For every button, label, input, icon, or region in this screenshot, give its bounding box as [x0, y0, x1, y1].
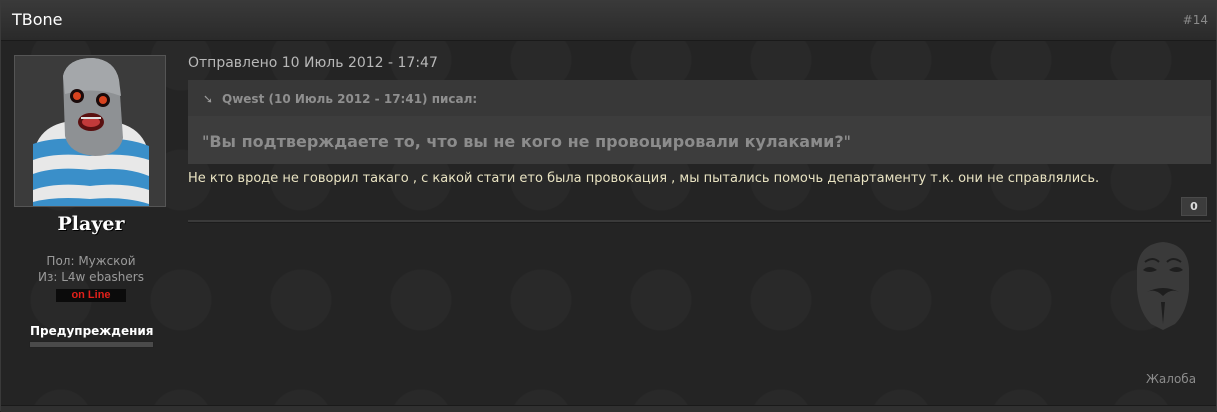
warnings-link[interactable]: Предупреждения [30, 324, 153, 338]
post-header: TBone #14 [1, 0, 1216, 41]
posted-date: Отправлено 10 Июль 2012 - 17:47 [188, 55, 438, 71]
avatar[interactable] [14, 55, 166, 207]
online-status-badge: on Line [56, 289, 126, 302]
quote-block: ➘ Qwest (10 Июль 2012 - 17:41) писал: "В… [188, 80, 1211, 164]
quote-close-mark: " [843, 132, 852, 151]
author-name-link[interactable]: TBone [12, 10, 63, 29]
signature-mask-image [1137, 242, 1189, 330]
quote-text: "Вы подтверждаете то, что вы не кого не … [202, 132, 851, 151]
quote-citation-link[interactable]: Qwest (10 Июль 2012 - 17:41) писал: [222, 92, 477, 106]
profile-gender: Пол: Мужской [46, 254, 136, 268]
post-divider [188, 220, 1211, 223]
quote-content: Вы подтверждаете то, что вы не кого не п… [209, 132, 844, 151]
reputation-count: 0 [1181, 197, 1207, 216]
forum-post: TBone #14 Player Пол: Мужской Из: L4w eb [0, 0, 1217, 412]
quote-reply-icon: ➘ [203, 92, 214, 106]
post-body: Не кто вроде не говорил такаго , с какой… [188, 171, 1100, 186]
avatar-image [15, 56, 165, 206]
member-rank: Player [57, 213, 125, 235]
post-number-link[interactable]: #14 [1183, 13, 1208, 27]
quote-header: ➘ Qwest (10 Июль 2012 - 17:41) писал: [188, 80, 1211, 116]
profile-from: Из: L4w ebashers [38, 270, 144, 284]
warnings-bar [29, 341, 154, 348]
report-link[interactable]: Жалоба [1146, 372, 1196, 386]
